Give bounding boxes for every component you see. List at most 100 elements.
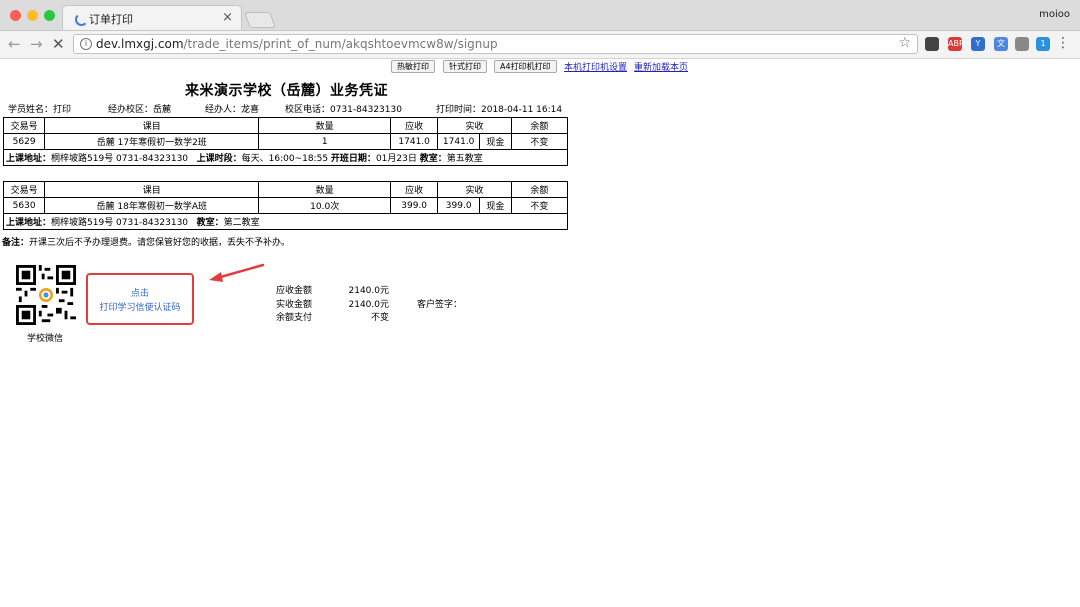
room-value: 第五教室	[446, 154, 483, 164]
record-table-2: 交易号 课目 数量 应收 实收 余额 5630 岳麓 18年寒假初一数学A班 1…	[2, 181, 569, 230]
minimize-window-button[interactable]	[27, 10, 38, 21]
table-row: 5629 岳麓 17年寒假初一数学2班 1 1741.0 1741.0 现金 不…	[2, 133, 569, 150]
cell-id: 5630	[2, 197, 46, 214]
browser-titlebar: 订单打印 × moioo	[0, 0, 1080, 31]
addr-label: 上课地址：	[6, 154, 52, 164]
extension-translate-icon[interactable]: 文	[994, 37, 1008, 51]
extension-adblock-icon[interactable]: ABP	[948, 37, 964, 51]
browser-tab[interactable]: 订单打印 ×	[62, 5, 242, 30]
table-header-row: 交易号 课目 数量 应收 实收 余额	[2, 117, 569, 134]
document-title: 来米演示学校（岳麓）业务凭证	[185, 83, 388, 99]
addr-value: 桐梓坡路519号 0731-84323130	[51, 154, 189, 164]
back-icon[interactable]: ←	[8, 35, 21, 53]
extension-y-icon[interactable]: Y	[971, 37, 985, 51]
address-cell: 上课地址：桐梓坡路519号 0731-84323130 教室：第二教室	[3, 213, 568, 230]
address-cell: 上课地址：桐梓坡路519号 0731-84323130 上课时段：每天、16:0…	[3, 149, 568, 166]
cell-due: 399.0	[390, 197, 439, 214]
browser-toolbar: ← → ✕ i dev.lmxgj.com/trade_items/print_…	[0, 31, 1080, 59]
stop-loading-icon[interactable]: ✕	[52, 35, 65, 53]
time-label: 上课时段：	[196, 154, 242, 164]
summary-paid-label: 实收金额	[276, 300, 313, 310]
extension-v-icon[interactable]	[1015, 37, 1029, 51]
header-id: 交易号	[2, 181, 46, 198]
cell-method: 现金	[479, 133, 512, 150]
cell-course: 岳麓 17年寒假初一数学2班	[44, 133, 260, 150]
summary-paid-value: 2140.0元	[348, 300, 390, 310]
campus-phone: 校区电话：0731-84323130	[285, 105, 402, 115]
cell-balance: 不变	[510, 133, 569, 150]
a4-print-button[interactable]: A4打印机打印	[494, 60, 557, 73]
remarks-text: 开课三次后不予办理退费。请您保管好您的收据，丢失不予补办。	[29, 238, 291, 248]
profile-name[interactable]: moioo	[1039, 9, 1070, 20]
header-course: 课目	[44, 117, 260, 134]
header-due: 应收	[390, 181, 439, 198]
forward-icon[interactable]: →	[30, 35, 43, 53]
browser-menu-icon[interactable]: ⋮	[1056, 35, 1070, 51]
remarks: 备注：开课三次后不予办理退费。请您保管好您的收据，丢失不予补办。	[2, 235, 290, 248]
cell-course: 岳麓 18年寒假初一数学A班	[44, 197, 260, 214]
handler: 经办人：龙喜	[205, 105, 260, 115]
verify-click-text[interactable]: 点击	[88, 287, 192, 301]
address-row: 上课地址：桐梓坡路519号 0731-84323130 上课时段：每天、16:0…	[3, 149, 568, 166]
header-qty: 数量	[258, 181, 392, 198]
cell-balance: 不变	[510, 197, 569, 214]
loading-spinner-icon	[75, 13, 88, 26]
header-balance: 余额	[510, 181, 569, 198]
url-host: dev.lmxgj.com	[96, 37, 184, 51]
summary-balance-value: 不变	[370, 313, 389, 323]
record-table-1: 交易号 课目 数量 应收 实收 余额 5629 岳麓 17年寒假初一数学2班 1…	[2, 117, 569, 166]
extension-puzzle-icon[interactable]: 1	[1036, 37, 1050, 51]
header-paid: 实收	[437, 117, 512, 134]
start-value: 01月23日	[375, 154, 417, 164]
new-tab-button[interactable]	[244, 12, 276, 28]
summary-due-label: 应收金额	[276, 286, 313, 296]
cell-paid: 1741.0	[437, 133, 481, 150]
customer-signature-label: 客户签字：	[417, 300, 463, 310]
remarks-label: 备注：	[2, 238, 30, 248]
cell-paid: 399.0	[437, 197, 481, 214]
start-label: 开班日期：	[330, 154, 376, 164]
addr-label: 上课地址：	[6, 218, 52, 228]
summary-due-value: 2140.0元	[348, 286, 390, 296]
bookmark-star-icon[interactable]: ☆	[898, 35, 911, 51]
verification-code-box[interactable]: 点击 打印学习信使认证码	[86, 273, 194, 325]
header-id: 交易号	[2, 117, 46, 134]
url-text: dev.lmxgj.com/trade_items/print_of_num/a…	[96, 37, 498, 51]
header-course: 课目	[44, 181, 260, 198]
maximize-window-button[interactable]	[44, 10, 55, 21]
header-balance: 余额	[510, 117, 569, 134]
url-path: /trade_items/print_of_num/akqshtoevmcw8w…	[183, 37, 498, 51]
qr-label: 学校微信	[27, 334, 64, 344]
student-name: 学员姓名：打印	[8, 105, 72, 115]
extension-cow-icon[interactable]	[925, 37, 939, 51]
reload-page-link[interactable]: 重新加载本页	[634, 60, 688, 73]
address-bar[interactable]: i dev.lmxgj.com/trade_items/print_of_num…	[73, 34, 918, 54]
campus: 经办校区：岳麓	[108, 105, 172, 115]
tab-title: 订单打印	[89, 13, 133, 26]
print-time: 打印时间：2018-04-11 16:14	[436, 105, 563, 115]
verify-print-text[interactable]: 打印学习信使认证码	[88, 301, 192, 315]
site-info-icon[interactable]: i	[80, 38, 92, 50]
dot-matrix-print-button[interactable]: 针式打印	[443, 60, 487, 73]
header-due: 应收	[390, 117, 439, 134]
room-value: 第二教室	[223, 218, 260, 228]
cell-qty: 1	[258, 133, 392, 150]
room-label: 教室：	[196, 218, 224, 228]
thermal-print-button[interactable]: 热敏打印	[391, 60, 435, 73]
qr-code-icon	[16, 265, 76, 325]
cell-due: 1741.0	[390, 133, 439, 150]
table-header-row: 交易号 课目 数量 应收 实收 余额	[2, 181, 569, 198]
cell-qty: 10.0次	[258, 197, 392, 214]
arrow-icon	[209, 263, 265, 282]
cell-method: 现金	[479, 197, 512, 214]
tab-close-icon[interactable]: ×	[222, 10, 233, 25]
header-paid: 实收	[437, 181, 512, 198]
header-qty: 数量	[258, 117, 392, 134]
summary-balance-label: 余额支付	[276, 313, 313, 323]
printer-settings-link[interactable]: 本机打印机设置	[564, 60, 627, 73]
time-value: 每天、16:00~18:55	[241, 154, 329, 164]
room-label: 教室：	[419, 154, 447, 164]
close-window-button[interactable]	[10, 10, 21, 21]
cell-id: 5629	[2, 133, 46, 150]
addr-value: 桐梓坡路519号 0731-84323130	[51, 218, 189, 228]
